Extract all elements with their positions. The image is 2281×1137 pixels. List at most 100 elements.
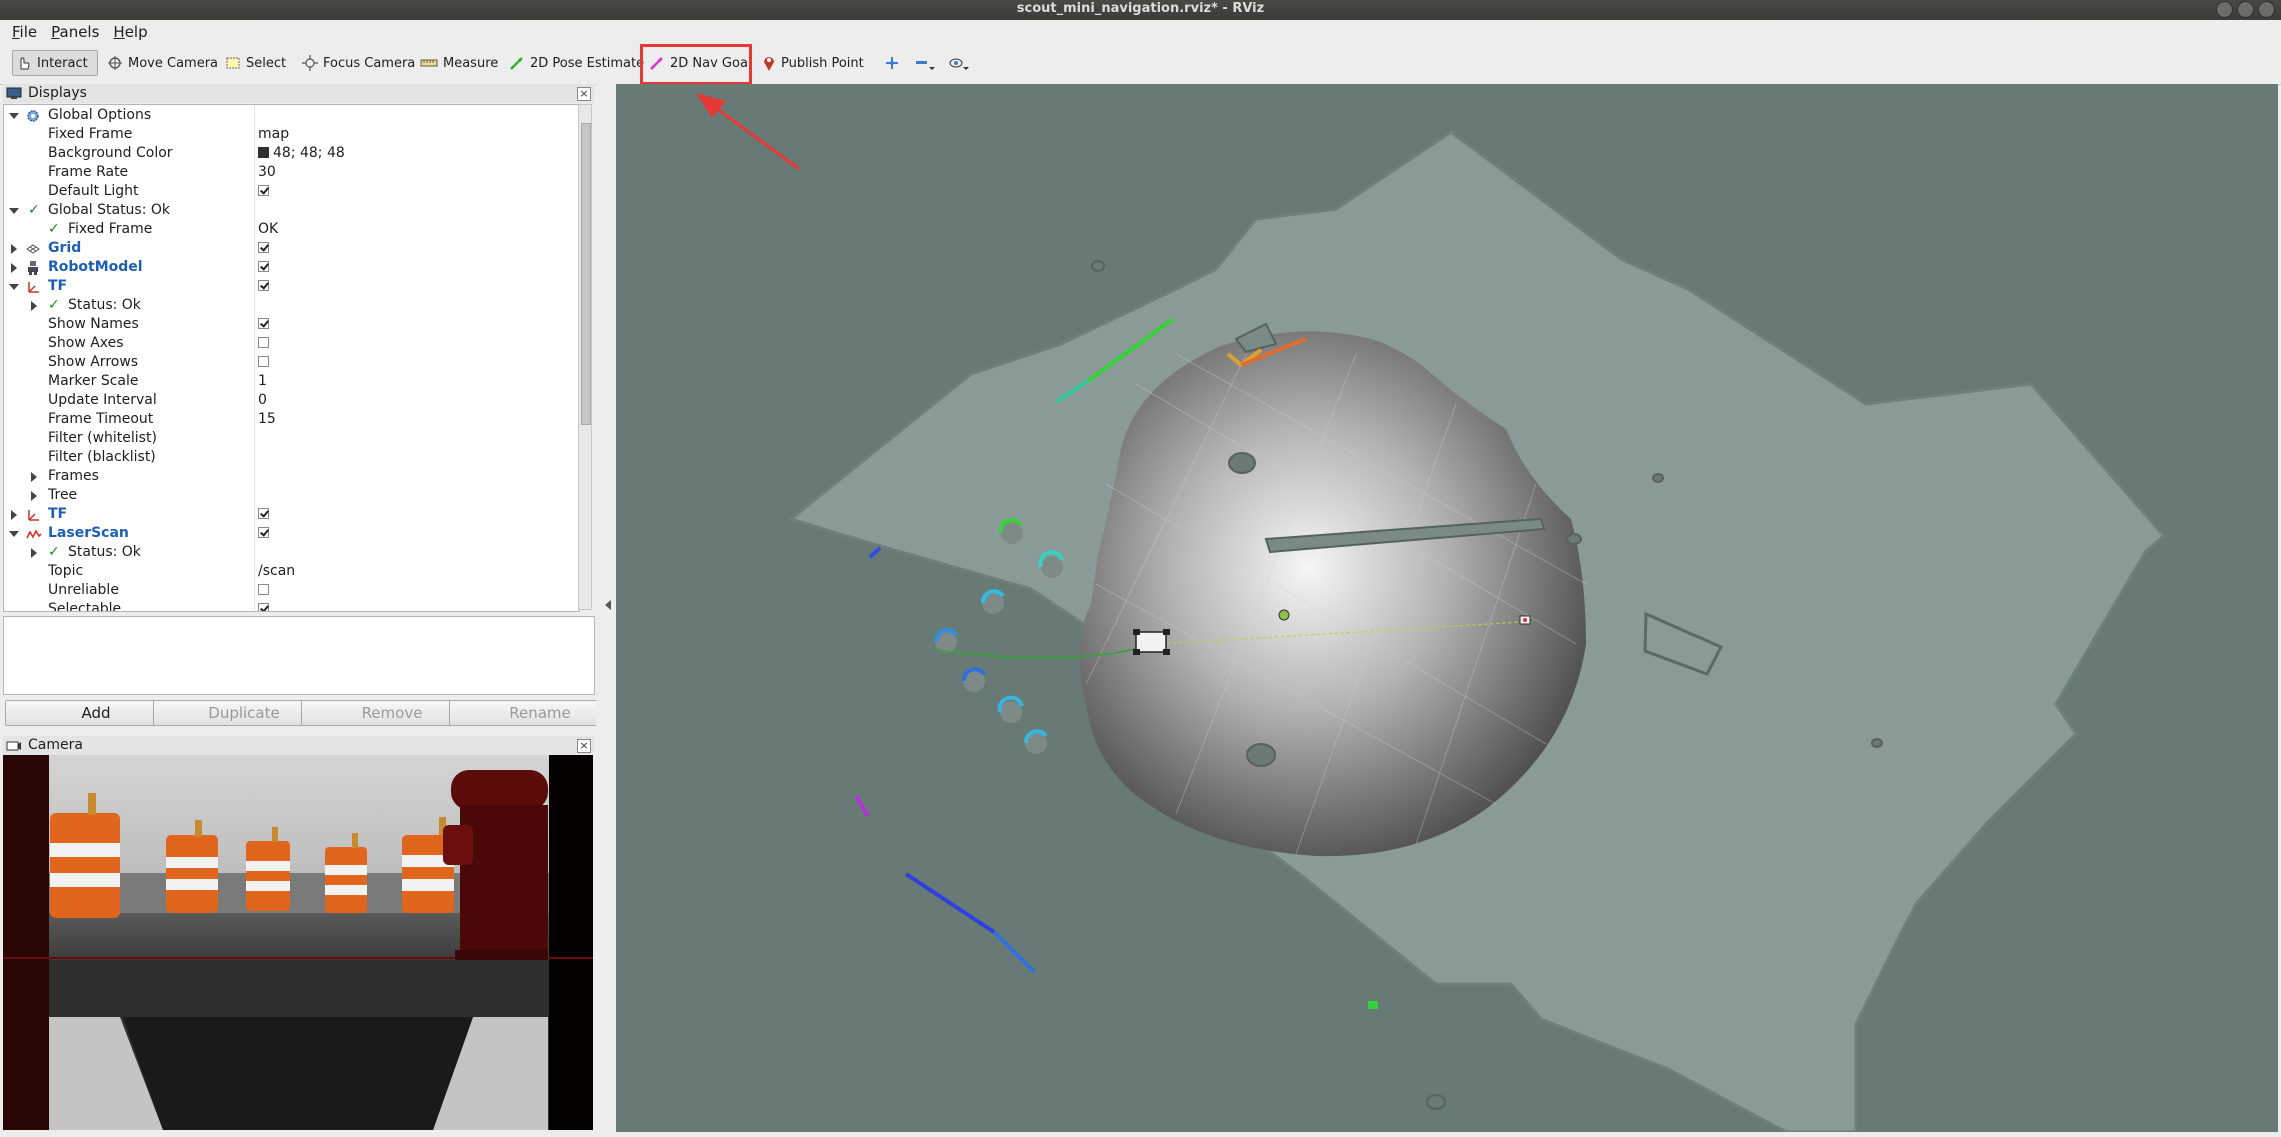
collapse-arrow-icon[interactable] bbox=[31, 472, 37, 482]
tree-row-laser-scan[interactable]: LaserScan bbox=[4, 524, 579, 543]
tree-row-frame-timeout[interactable]: Frame Timeout 15 bbox=[4, 410, 579, 429]
laser-scan-checkbox[interactable] bbox=[258, 527, 269, 538]
collapse-arrow-icon[interactable] bbox=[31, 301, 37, 311]
pose-estimate-tool-label: 2D Pose Estimate bbox=[530, 55, 645, 71]
property-description-box bbox=[3, 616, 595, 695]
displays-tree[interactable]: Global Options Fixed Frame map Backgroun… bbox=[3, 104, 580, 612]
tree-label: Fixed Frame bbox=[48, 126, 133, 142]
frame-rate-value[interactable]: 30 bbox=[258, 163, 276, 182]
unreliable-checkbox[interactable] bbox=[258, 584, 269, 595]
tf-checkbox[interactable] bbox=[258, 280, 269, 291]
tree-row-show-axes[interactable]: Show Axes bbox=[4, 334, 579, 353]
tree-row-marker-scale[interactable]: Marker Scale 1 bbox=[4, 372, 579, 391]
measure-icon bbox=[420, 59, 438, 67]
update-interval-value[interactable]: 0 bbox=[258, 391, 267, 410]
collapse-arrow-icon[interactable] bbox=[11, 510, 17, 520]
minus-dropdown-icon bbox=[916, 61, 935, 70]
menu-help[interactable]: Help bbox=[113, 23, 147, 41]
close-window-button[interactable] bbox=[2258, 1, 2275, 18]
window-controls bbox=[2216, 1, 2275, 18]
collapse-arrow-icon[interactable] bbox=[31, 491, 37, 501]
scrollbar-thumb[interactable] bbox=[581, 123, 591, 425]
tree-row-show-arrows[interactable]: Show Arrows bbox=[4, 353, 579, 372]
window-titlebar: scout_mini_navigation.rviz* - RViz bbox=[0, 0, 2281, 20]
publish-point-tool-label: Publish Point bbox=[781, 55, 864, 71]
fixed-frame-value[interactable]: map bbox=[258, 125, 289, 144]
laser-scan-icon bbox=[26, 529, 42, 539]
background-color-value[interactable]: 48; 48; 48 bbox=[258, 144, 345, 163]
tree-row-global-status[interactable]: ✓ Global Status: Ok bbox=[4, 201, 579, 220]
interact-tool-button[interactable]: Interact bbox=[12, 50, 98, 76]
topic-value[interactable]: /scan bbox=[258, 562, 295, 581]
tree-row-default-light[interactable]: Default Light bbox=[4, 182, 579, 201]
camera-panel-title: Camera bbox=[28, 737, 83, 753]
expand-arrow-icon[interactable] bbox=[9, 284, 19, 290]
collapse-arrow-icon[interactable] bbox=[11, 244, 17, 254]
menu-file[interactable]: File bbox=[12, 23, 37, 41]
tree-label: Selectable bbox=[48, 601, 122, 612]
selectable-checkbox[interactable] bbox=[258, 603, 269, 611]
tf-axes-icon bbox=[28, 282, 39, 293]
default-light-checkbox[interactable] bbox=[258, 185, 269, 196]
camera-panel-close-button[interactable]: × bbox=[577, 739, 591, 753]
tree-label: Marker Scale bbox=[48, 373, 139, 389]
expand-arrow-icon[interactable] bbox=[9, 208, 19, 214]
tree-row-tree[interactable]: Tree bbox=[4, 486, 579, 505]
show-names-checkbox[interactable] bbox=[258, 318, 269, 329]
show-arrows-checkbox[interactable] bbox=[258, 356, 269, 367]
tree-row-frame-rate[interactable]: Frame Rate 30 bbox=[4, 163, 579, 182]
grid-checkbox[interactable] bbox=[258, 242, 269, 253]
menu-panels[interactable]: Panels bbox=[51, 23, 99, 41]
add-tool-button[interactable] bbox=[878, 50, 906, 76]
render-3d-view[interactable] bbox=[616, 84, 2278, 1132]
annotation-arrow bbox=[696, 93, 800, 171]
displays-scrollbar[interactable] bbox=[578, 104, 592, 610]
tree-row-robot-model[interactable]: RobotModel bbox=[4, 258, 579, 277]
tree-row-filter-blacklist[interactable]: Filter (blacklist) bbox=[4, 448, 579, 467]
move-camera-tool-button[interactable]: Move Camera bbox=[104, 50, 221, 76]
remove-tool-button[interactable] bbox=[912, 50, 940, 76]
tree-row-fixed-frame-status[interactable]: ✓ Fixed Frame OK bbox=[4, 220, 579, 239]
tree-row-tf-2[interactable]: TF bbox=[4, 505, 579, 524]
robot-model-checkbox[interactable] bbox=[258, 261, 269, 272]
tree-row-filter-whitelist[interactable]: Filter (whitelist) bbox=[4, 429, 579, 448]
tree-row-background-color[interactable]: Background Color 48; 48; 48 bbox=[4, 144, 579, 163]
tree-row-selectable[interactable]: Selectable bbox=[4, 600, 579, 612]
publish-point-tool-button[interactable]: Publish Point bbox=[759, 50, 867, 76]
frame-timeout-value[interactable]: 15 bbox=[258, 410, 276, 429]
tree-row-global-options[interactable]: Global Options bbox=[4, 106, 579, 125]
tf-2-checkbox[interactable] bbox=[258, 508, 269, 519]
tree-row-grid[interactable]: Grid bbox=[4, 239, 579, 258]
measure-tool-button[interactable]: Measure bbox=[417, 50, 501, 76]
tree-row-show-names[interactable]: Show Names bbox=[4, 315, 579, 334]
publish-point-icon bbox=[764, 57, 774, 71]
tree-row-unreliable[interactable]: Unreliable bbox=[4, 581, 579, 600]
tf-frame-marker bbox=[1368, 1001, 1378, 1009]
tree-row-frames[interactable]: Frames bbox=[4, 467, 579, 486]
tree-label: Background Color bbox=[48, 145, 173, 161]
tree-row-tf-status[interactable]: ✓ Status: Ok bbox=[4, 296, 579, 315]
marker-scale-value[interactable]: 1 bbox=[258, 372, 267, 391]
maximize-button[interactable] bbox=[2237, 1, 2254, 18]
collapse-left-arrow-icon[interactable] bbox=[605, 600, 611, 610]
pose-estimate-tool-button[interactable]: 2D Pose Estimate bbox=[506, 50, 647, 76]
select-tool-button[interactable]: Select bbox=[222, 50, 289, 76]
nav-goal-highlight-annotation bbox=[640, 44, 752, 85]
panel-splitter[interactable] bbox=[596, 84, 616, 1137]
tree-row-update-interval[interactable]: Update Interval 0 bbox=[4, 391, 579, 410]
move-camera-icon bbox=[108, 56, 122, 70]
tree-row-tf[interactable]: TF bbox=[4, 277, 579, 296]
tree-row-fixed-frame[interactable]: Fixed Frame map bbox=[4, 125, 579, 144]
view-options-button[interactable] bbox=[946, 50, 974, 76]
collapse-arrow-icon[interactable] bbox=[31, 548, 37, 558]
tree-label: Show Axes bbox=[48, 335, 124, 351]
minimize-button[interactable] bbox=[2216, 1, 2233, 18]
expand-arrow-icon[interactable] bbox=[9, 113, 19, 119]
tree-row-laser-status[interactable]: ✓ Status: Ok bbox=[4, 543, 579, 562]
tree-row-topic[interactable]: Topic /scan bbox=[4, 562, 579, 581]
displays-panel-close-button[interactable]: × bbox=[577, 87, 591, 101]
focus-camera-tool-button[interactable]: Focus Camera bbox=[299, 50, 418, 76]
collapse-arrow-icon[interactable] bbox=[11, 263, 17, 273]
expand-arrow-icon[interactable] bbox=[9, 531, 19, 537]
show-axes-checkbox[interactable] bbox=[258, 337, 269, 348]
